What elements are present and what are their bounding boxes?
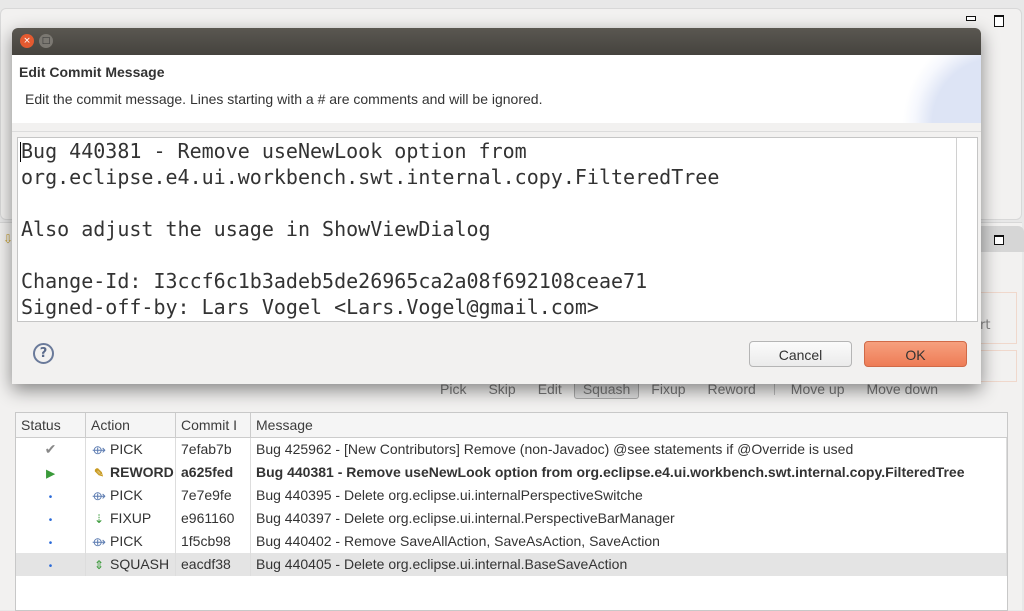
action-label: PICK xyxy=(110,487,143,503)
message-cell: Bug 440397 - Delete org.eclipse.ui.inter… xyxy=(251,507,1007,530)
action-cell[interactable]: ⟴ PICK xyxy=(86,438,176,461)
maximize-window-icon[interactable]: □ xyxy=(39,34,53,48)
column-header-status[interactable]: Status xyxy=(16,413,86,437)
cancel-button[interactable]: Cancel xyxy=(749,341,852,367)
partial-panel-2 xyxy=(975,350,1017,382)
commit-id-cell: a625fed xyxy=(176,461,251,484)
action-label: FIXUP xyxy=(110,510,152,526)
pick-icon: ⟴ xyxy=(92,535,106,549)
table-row[interactable]: • ⇕ SQUASH eacdf38 Bug 440405 - Delete org.e… xyxy=(16,553,1007,576)
message-cell: Bug 440381 - Remove useNewLook option fr… xyxy=(251,461,1007,484)
commit-message-editor[interactable]: Bug 440381 - Remove useNewLook option fr… xyxy=(17,137,978,322)
editor-scrollbar[interactable] xyxy=(956,138,977,321)
fixup-icon: ⇣ xyxy=(93,512,105,526)
done-check-icon: ✔ xyxy=(44,441,57,457)
table-row[interactable]: • ⇣ FIXUP e961160 Bug 440397 - Delete org.ec… xyxy=(16,507,1007,530)
column-header-commit-id[interactable]: Commit I xyxy=(176,413,251,437)
edit-commit-message-dialog: × □ Edit Commit Message Edit the commit … xyxy=(12,28,981,384)
dialog-header: Edit Commit Message Edit the commit mess… xyxy=(12,55,981,123)
table-row[interactable]: • ⟴ PICK 1f5cb98 Bug 440402 - Remove SaveAll… xyxy=(16,530,1007,553)
message-cell: Bug 425962 - [New Contributors] Remove (… xyxy=(251,438,1007,461)
message-cell: Bug 440402 - Remove SaveAllAction, SaveA… xyxy=(251,530,1007,553)
close-icon[interactable]: × xyxy=(20,34,34,48)
column-header-message[interactable]: Message xyxy=(251,413,1007,437)
pending-dot-icon: • xyxy=(48,492,53,503)
pending-dot-icon: • xyxy=(48,561,53,572)
pick-icon: ⟴ xyxy=(92,443,106,457)
toolbar-separator xyxy=(773,383,775,395)
commit-id-cell: e961160 xyxy=(176,507,251,530)
commit-message-text[interactable]: Bug 440381 - Remove useNewLook option fr… xyxy=(21,138,719,320)
status-cell: ✔ xyxy=(16,438,86,461)
status-cell: • xyxy=(16,484,86,507)
action-label: PICK xyxy=(110,533,143,549)
commit-id-cell: eacdf38 xyxy=(176,553,251,576)
message-cell: Bug 440405 - Delete org.eclipse.ui.inter… xyxy=(251,553,1007,576)
table-body: ✔ ⟴ PICK 7efab7b Bug 425962 - [New Contribut… xyxy=(16,438,1007,576)
pending-dot-icon: • xyxy=(48,515,53,526)
rebase-plan-table: Status Action Commit I Message ✔ ⟴ PICK 7ef… xyxy=(15,412,1008,611)
status-cell: • xyxy=(16,507,86,530)
status-cell: • xyxy=(16,530,86,553)
pick-icon: ⟴ xyxy=(92,489,106,503)
action-label: REWORD xyxy=(110,464,174,480)
action-cell[interactable]: ⟴ PICK xyxy=(86,530,176,553)
status-cell: ▶ xyxy=(16,461,86,484)
dialog-titlebar[interactable]: × □ xyxy=(12,28,981,55)
column-header-action[interactable]: Action xyxy=(86,413,176,437)
minimize-icon[interactable] xyxy=(966,16,976,21)
action-cell[interactable]: ✎ REWORD xyxy=(86,461,176,484)
table-row[interactable]: • ⟴ PICK 7e7e9fe Bug 440395 - Delete org.ecl… xyxy=(16,484,1007,507)
action-label: PICK xyxy=(110,441,143,457)
squash-icon: ⇕ xyxy=(93,558,105,572)
commit-id-cell: 7efab7b xyxy=(176,438,251,461)
action-label: SQUASH xyxy=(110,556,170,572)
table-row[interactable]: ▶ ✎ REWORD a625fed Bug 440381 - Remove useNe… xyxy=(16,461,1007,484)
partial-label: rt xyxy=(980,318,991,333)
action-cell[interactable]: ⇣ FIXUP xyxy=(86,507,176,530)
table-row[interactable]: ✔ ⟴ PICK 7efab7b Bug 425962 - [New Contribut… xyxy=(16,438,1007,461)
action-cell[interactable]: ⇕ SQUASH xyxy=(86,553,176,576)
reword-icon: ✎ xyxy=(93,466,105,480)
view-maximize-icon[interactable] xyxy=(994,235,1004,245)
status-cell: • xyxy=(16,553,86,576)
dialog-title: Edit Commit Message xyxy=(19,64,165,80)
current-play-icon: ▶ xyxy=(46,468,55,480)
dialog-description: Edit the commit message. Lines starting … xyxy=(25,91,543,107)
ok-button[interactable]: OK xyxy=(864,341,967,367)
message-cell: Bug 440395 - Delete org.eclipse.ui.inter… xyxy=(251,484,1007,507)
commit-id-cell: 7e7e9fe xyxy=(176,484,251,507)
pending-dot-icon: • xyxy=(48,538,53,549)
action-cell[interactable]: ⟴ PICK xyxy=(86,484,176,507)
header-banner-graphic xyxy=(901,55,981,123)
table-header: Status Action Commit I Message xyxy=(16,413,1007,438)
help-icon[interactable]: ? xyxy=(33,343,54,364)
maximize-icon[interactable] xyxy=(994,15,1004,27)
commit-id-cell: 1f5cb98 xyxy=(176,530,251,553)
header-separator xyxy=(12,123,981,132)
